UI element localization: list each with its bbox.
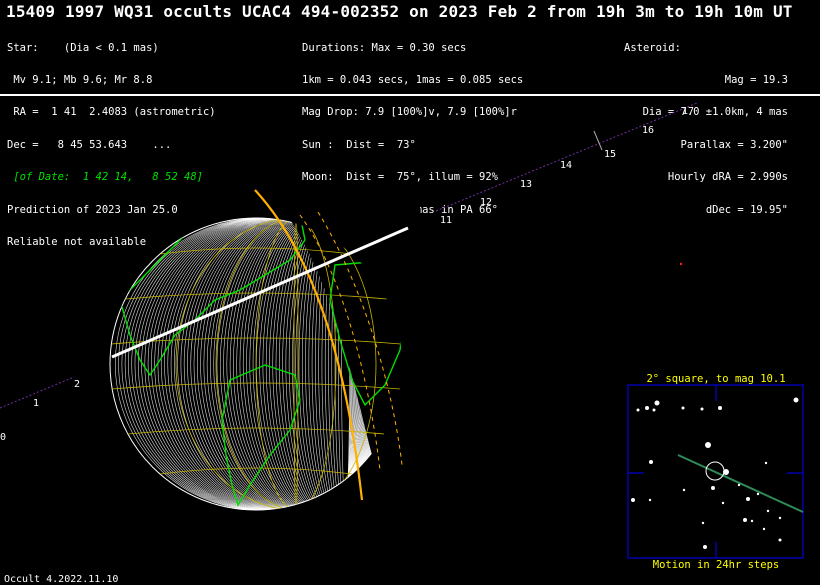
earth-globe [109,189,420,511]
inset-star [737,483,741,487]
inset-star [778,538,782,542]
red-marker [679,262,683,266]
inset-star [766,509,770,513]
inset-star [652,408,656,412]
inset-motion-line [677,454,804,513]
inset-star [723,469,729,475]
inset-star [762,527,766,531]
hour-label: 2 [74,379,80,390]
inset-footer: Motion in 24hr steps [652,559,780,571]
hour-label: 15 [604,149,616,160]
inset-star [631,498,635,502]
hour-label: 14 [560,160,572,171]
inset-star [746,497,750,501]
inset-star [654,400,660,406]
inset-star [700,407,704,411]
hour-label: 11 [440,215,452,226]
inset-title: 2° square, to mag 10.1 [646,373,786,385]
inset-star [703,545,707,549]
hour-label: 1 [33,398,39,409]
inset-star [701,521,705,525]
inset-star [793,397,799,403]
occultation-map: 01211121314151617 [0,102,804,559]
hour-label: 16 [642,125,654,136]
inset-star [750,519,754,523]
inset-star [721,501,725,505]
version-footer: Occult 4.2022.11.10 [4,574,119,585]
inset-star [649,460,653,464]
hour-label: 0 [0,432,6,443]
hour-label: 13 [520,179,532,190]
inset-star [645,406,649,410]
hour-label: 17 [682,106,694,117]
inset-star [718,406,722,410]
inset-star [682,488,686,492]
inset-star [636,408,640,412]
track-tick [593,130,603,151]
inset-star [648,498,652,502]
inset-star [705,442,711,448]
inset-star [681,406,685,410]
track-segment-east [435,102,698,212]
inset-star [778,516,782,520]
hour-label: 12 [480,197,492,208]
inset-star [743,518,747,522]
inset-star [756,492,760,496]
inset-star [764,461,768,465]
inset-star [711,486,715,490]
star-chart-inset [627,384,804,559]
